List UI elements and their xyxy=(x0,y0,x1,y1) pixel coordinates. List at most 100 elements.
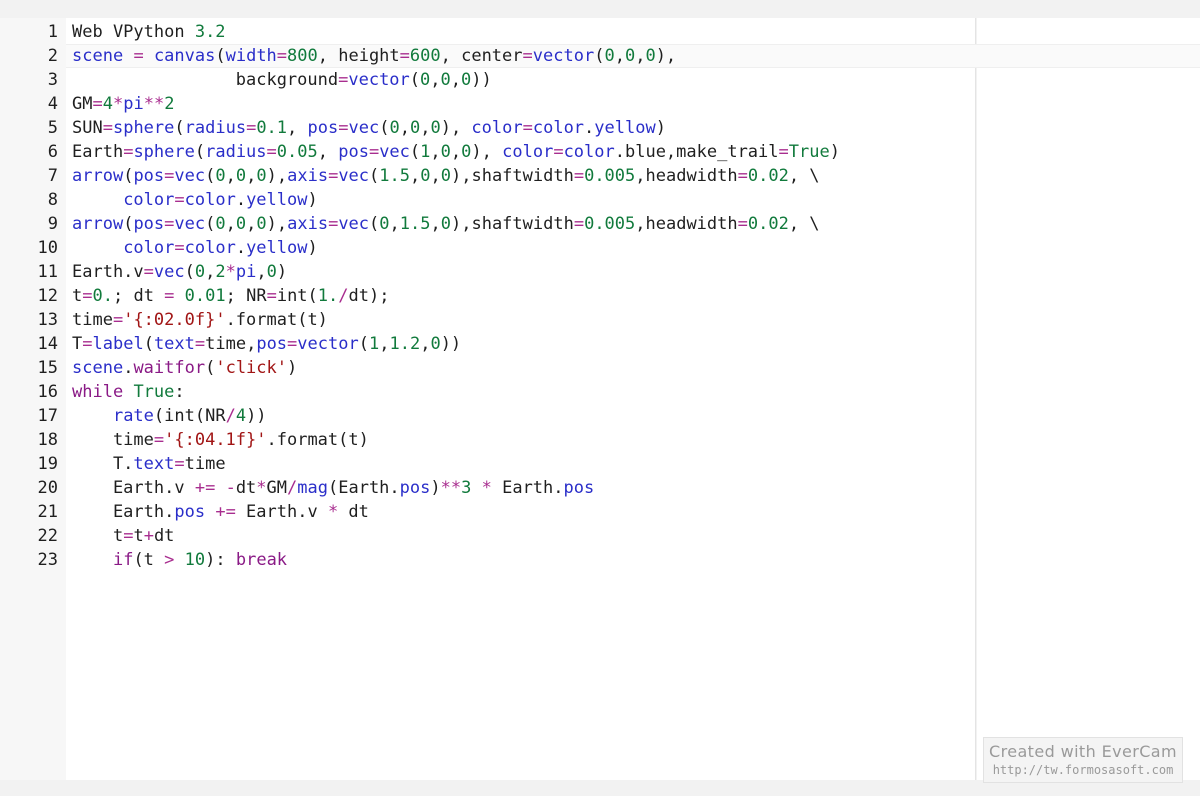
line-source[interactable]: color=color.yellow) xyxy=(58,188,318,212)
code-token: 0 xyxy=(645,46,656,66)
code-token: , \ xyxy=(788,214,820,234)
code-token: t xyxy=(72,286,83,306)
code-token: 800 xyxy=(287,46,318,66)
line-source[interactable]: t=t+dt xyxy=(58,524,174,548)
code-token: , xyxy=(450,70,462,90)
line-source[interactable]: SUN=sphere(radius=0.1, pos=vec(0,0,0), c… xyxy=(58,116,666,140)
line-source[interactable]: if(t > 10): break xyxy=(58,548,287,572)
code-lines[interactable]: 1 Web VPython 3.2 2 scene = canvas(width=80… xyxy=(0,20,976,572)
line-source[interactable]: Earth.pos += Earth.v * dt xyxy=(58,500,369,524)
code-token: . xyxy=(235,238,247,258)
code-line[interactable]: 13 time='{:02.0f}'.format(t) xyxy=(0,308,976,332)
code-line[interactable]: 15 scene.waitfor('click') xyxy=(0,356,976,380)
line-source[interactable]: Web VPython 3.2 xyxy=(58,20,226,44)
code-token: / xyxy=(287,478,298,498)
code-line[interactable]: 10 color=color.yellow) xyxy=(0,236,976,260)
code-line[interactable]: 5 SUN=sphere(radius=0.1, pos=vec(0,0,0), … xyxy=(0,116,976,140)
code-line[interactable]: 1 Web VPython 3.2 xyxy=(0,20,976,44)
line-source[interactable]: T=label(text=time,pos=vector(1,1.2,0)) xyxy=(58,332,461,356)
line-source[interactable]: rate(int(NR/4)) xyxy=(58,404,267,428)
code-token: = xyxy=(368,142,380,162)
code-token: SUN xyxy=(72,118,103,138)
line-number: 20 xyxy=(37,478,58,498)
code-line[interactable]: 11 Earth.v=vec(0,2*pi,0) xyxy=(0,260,976,284)
code-token: 0 xyxy=(420,70,431,90)
code-token: = xyxy=(737,214,748,234)
code-line[interactable]: 12 t=0.; dt = 0.01; NR=int(1./dt); xyxy=(0,284,976,308)
code-token: = xyxy=(522,118,533,138)
code-token: 0 xyxy=(215,214,226,234)
line-source[interactable]: time='{:02.0f}'.format(t) xyxy=(58,308,328,332)
code-line[interactable]: 3 background=vector(0,0,0)) xyxy=(0,68,976,92)
code-token: pos xyxy=(563,478,595,498)
code-token: .format(t) xyxy=(266,430,369,450)
code-token: * xyxy=(481,478,492,498)
code-token: Web VPython xyxy=(72,22,195,42)
code-token: 0 xyxy=(194,262,206,282)
code-token: 0 xyxy=(461,142,472,162)
code-token: , xyxy=(246,214,257,234)
code-line[interactable]: 7 arrow(pos=vec(0,0,0),axis=vec(1.5,0,0),… xyxy=(0,164,976,188)
code-token: dt xyxy=(235,478,257,498)
code-line[interactable]: 16 while True: xyxy=(0,380,976,404)
code-line[interactable]: 8 color=color.yellow) xyxy=(0,188,976,212)
code-token: ( xyxy=(123,166,134,186)
line-source[interactable]: scene = canvas(width=800, height=600, ce… xyxy=(58,44,676,68)
line-source[interactable]: arrow(pos=vec(0,0,0),axis=vec(0,1.5,0),s… xyxy=(58,212,820,236)
code-token: ( xyxy=(143,334,154,354)
code-token: 10 xyxy=(184,550,206,570)
line-source[interactable]: time='{:04.1f}'.format(t) xyxy=(58,428,369,452)
code-token: 1 xyxy=(420,142,431,162)
code-token: time, xyxy=(205,334,257,354)
line-source[interactable]: background=vector(0,0,0)) xyxy=(58,68,492,92)
code-token: = xyxy=(92,94,103,114)
code-line[interactable]: 19 T.text=time xyxy=(0,452,976,476)
code-line[interactable]: 14 T=label(text=time,pos=vector(1,1.2,0)) xyxy=(0,332,976,356)
code-token: / xyxy=(338,286,349,306)
line-source[interactable]: Earth=sphere(radius=0.05, pos=vec(1,0,0)… xyxy=(58,140,840,164)
line-source[interactable]: color=color.yellow) xyxy=(58,236,318,260)
line-number: 18 xyxy=(37,430,58,450)
code-token: pos xyxy=(256,334,288,354)
code-token: scene xyxy=(72,46,124,66)
code-token: = xyxy=(133,46,144,66)
code-token: 0 xyxy=(440,214,451,234)
code-line[interactable]: 6 Earth=sphere(radius=0.05, pos=vec(1,0,0… xyxy=(0,140,976,164)
code-line[interactable]: 4 GM=4*pi**2 xyxy=(0,92,976,116)
code-token: t xyxy=(72,526,124,546)
line-number: 1 xyxy=(47,22,58,42)
code-token: 0. xyxy=(92,286,113,306)
code-token: ** xyxy=(143,94,165,114)
line-source[interactable]: GM=4*pi**2 xyxy=(58,92,174,116)
line-source[interactable]: while True: xyxy=(58,380,185,404)
line-source[interactable]: arrow(pos=vec(0,0,0),axis=vec(1.5,0,0),s… xyxy=(58,164,820,188)
code-token: , xyxy=(225,214,236,234)
code-token: pi xyxy=(123,94,144,114)
code-token: ) xyxy=(287,358,298,378)
line-source[interactable]: t=0.; dt = 0.01; NR=int(1./dt); xyxy=(58,284,389,308)
code-line[interactable]: 21 Earth.pos += Earth.v * dt xyxy=(0,500,976,524)
code-line[interactable]: 22 t=t+dt xyxy=(0,524,976,548)
line-number: 5 xyxy=(47,118,58,138)
code-line[interactable]: 9 arrow(pos=vec(0,0,0),axis=vec(0,1.5,0),… xyxy=(0,212,976,236)
code-token: text xyxy=(133,454,175,474)
code-token: 'click' xyxy=(215,358,287,378)
line-source[interactable]: scene.waitfor('click') xyxy=(58,356,297,380)
code-token: color xyxy=(502,142,554,162)
code-line[interactable]: 20 Earth.v += -dt*GM/mag(Earth.pos)**3 *… xyxy=(0,476,976,500)
code-token: , height xyxy=(317,46,400,66)
line-source[interactable]: Earth.v=vec(0,2*pi,0) xyxy=(58,260,287,284)
code-token: ) xyxy=(307,238,318,258)
line-source[interactable]: Earth.v += -dt*GM/mag(Earth.pos)**3 * Ea… xyxy=(58,476,594,500)
code-token: = xyxy=(553,142,564,162)
code-line[interactable]: 23 if(t > 10): break xyxy=(0,548,976,572)
code-line[interactable]: 17 rate(int(NR/4)) xyxy=(0,404,976,428)
code-line[interactable]: 2 scene = canvas(width=800, height=600, c… xyxy=(0,44,976,68)
code-token: = xyxy=(164,214,175,234)
line-source[interactable]: T.text=time xyxy=(58,452,226,476)
code-token: dt); xyxy=(348,286,390,306)
code-line[interactable]: 18 time='{:04.1f}'.format(t) xyxy=(0,428,976,452)
